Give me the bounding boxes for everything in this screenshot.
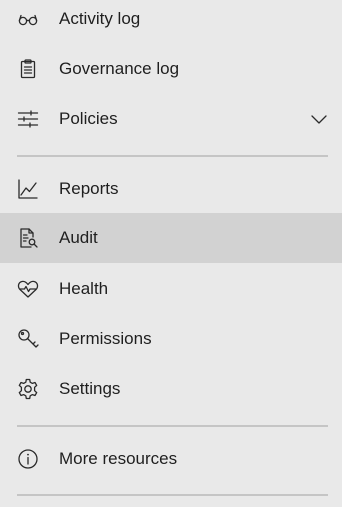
nav-item-label: Governance log bbox=[59, 59, 180, 78]
divider bbox=[17, 494, 328, 496]
nav-item-health[interactable]: Health bbox=[0, 264, 342, 314]
divider bbox=[17, 155, 328, 157]
nav-item-label: Reports bbox=[59, 179, 119, 198]
divider bbox=[17, 425, 328, 427]
chevron-down-icon[interactable] bbox=[310, 110, 328, 128]
nav-item-label: More resources bbox=[59, 449, 178, 468]
gear-icon bbox=[17, 378, 39, 400]
document-search-icon bbox=[17, 227, 39, 249]
nav-item-label: Settings bbox=[59, 379, 121, 398]
nav-item-policies[interactable]: Policies bbox=[0, 94, 342, 144]
nav-item-label: Permissions bbox=[59, 329, 152, 348]
nav-item-permissions[interactable]: Permissions bbox=[0, 314, 342, 364]
sliders-icon bbox=[17, 108, 39, 130]
info-icon bbox=[17, 448, 39, 470]
key-icon bbox=[17, 328, 39, 350]
nav-item-audit[interactable]: Audit bbox=[0, 213, 342, 263]
nav-item-label: Health bbox=[59, 279, 109, 298]
clipboard-icon bbox=[17, 58, 39, 80]
nav-item-more-resources[interactable]: More resources bbox=[0, 434, 342, 484]
nav-item-settings[interactable]: Settings bbox=[0, 364, 342, 414]
glasses-icon bbox=[17, 8, 39, 30]
heart-pulse-icon bbox=[17, 278, 39, 300]
line-chart-icon bbox=[17, 178, 39, 200]
nav-item-label: Policies bbox=[59, 109, 118, 128]
nav-item-reports[interactable]: Reports bbox=[0, 164, 342, 214]
nav-item-label: Activity log bbox=[59, 9, 141, 28]
side-navigation: Activity log Governance log Policies Rep… bbox=[0, 0, 342, 507]
nav-item-governance-log[interactable]: Governance log bbox=[0, 44, 342, 94]
nav-item-label: Audit bbox=[59, 228, 98, 247]
nav-item-activity-log[interactable]: Activity log bbox=[0, 0, 342, 44]
